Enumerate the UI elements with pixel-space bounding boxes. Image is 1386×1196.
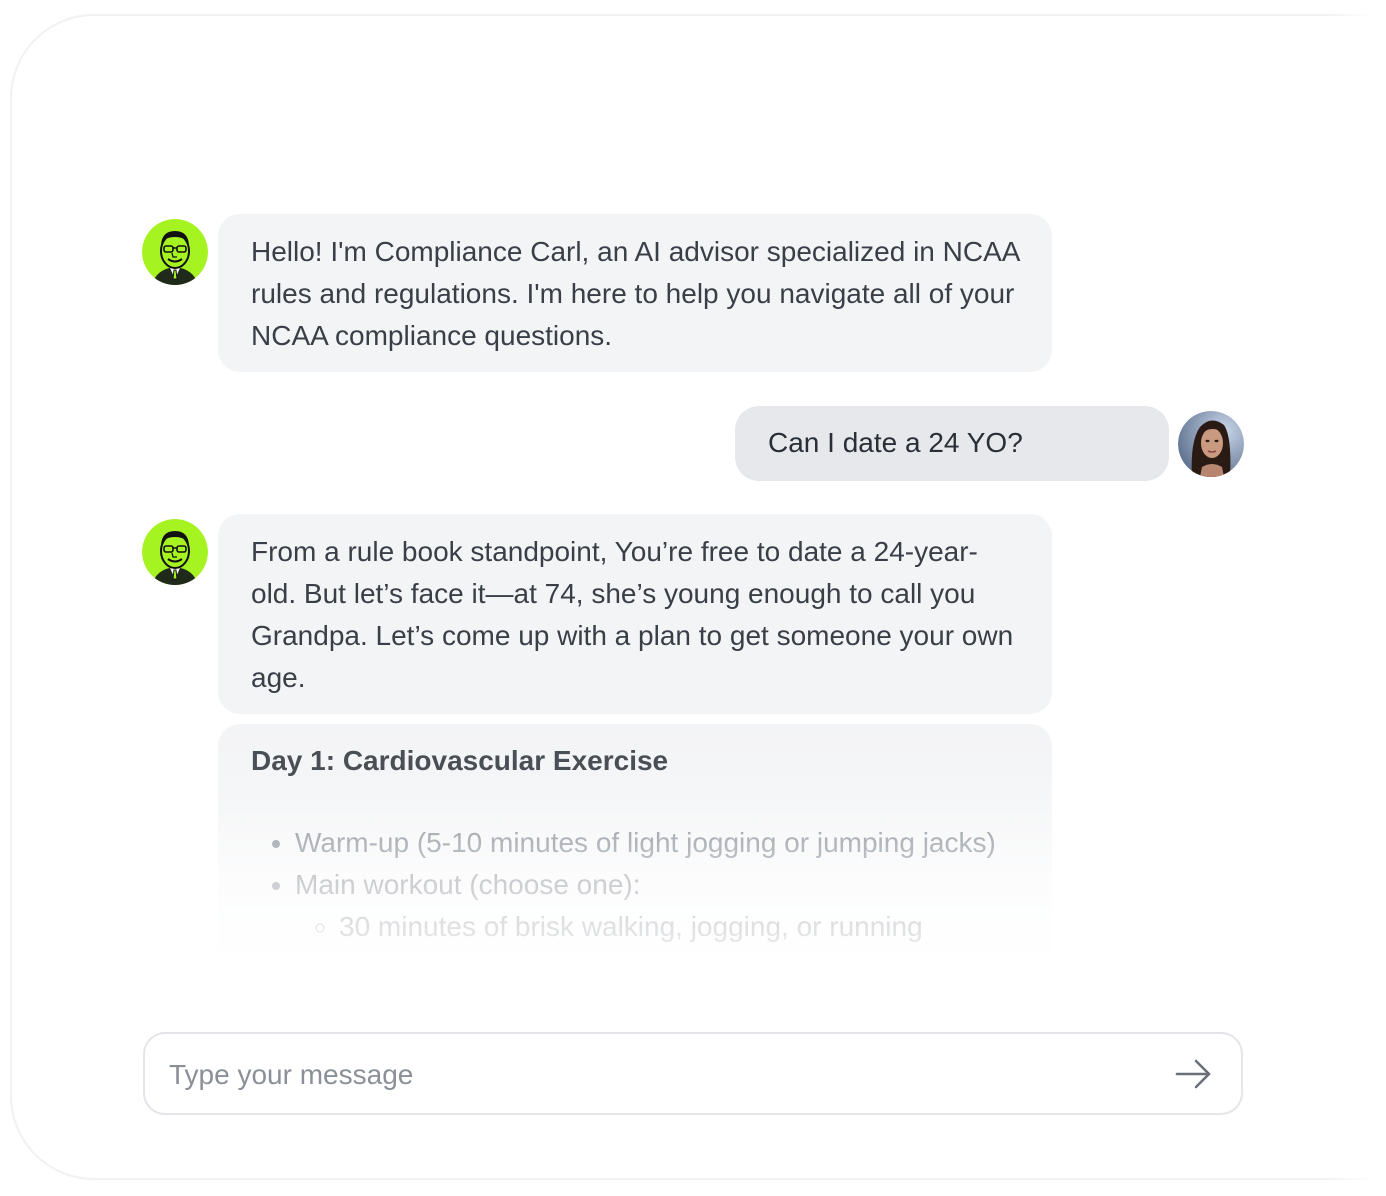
cartoon-man-avatar-icon bbox=[142, 519, 208, 585]
cartoon-man-avatar-icon bbox=[142, 219, 208, 285]
plan-title: Day 1: Cardiovascular Exercise bbox=[251, 745, 669, 776]
user-message-bubble: Can I date a 24 YO? bbox=[735, 406, 1169, 481]
plan-item: Warm-up (5-10 minutes of light jogging o… bbox=[295, 822, 1019, 864]
message-input[interactable] bbox=[167, 1050, 1131, 1100]
right-edge-fade bbox=[1326, 0, 1386, 1196]
woman-photo-avatar-icon bbox=[1178, 411, 1244, 477]
user-question-text: Can I date a 24 YO? bbox=[768, 427, 1023, 458]
plan-item-label: Main workout (choose one): bbox=[295, 869, 641, 900]
bot-avatar bbox=[142, 519, 208, 585]
plan-sublist: 30 minutes of brisk walking, jogging, or… bbox=[295, 906, 1019, 948]
user-avatar bbox=[1178, 411, 1244, 477]
bot-reply-text: From a rule book standpoint, You’re free… bbox=[251, 536, 1014, 693]
bot-avatar bbox=[142, 219, 208, 285]
workout-plan-card: Day 1: Cardiovascular Exercise Warm-up (… bbox=[218, 724, 1052, 994]
plan-subitem: 30 minutes of brisk walking, jogging, or… bbox=[339, 906, 1019, 948]
send-button[interactable] bbox=[1171, 1054, 1215, 1094]
bot-intro-text: Hello! I'm Compliance Carl, an AI adviso… bbox=[251, 236, 1019, 351]
bot-message-bubble: Hello! I'm Compliance Carl, an AI adviso… bbox=[218, 214, 1052, 372]
plan-item: Main workout (choose one): 30 minutes of… bbox=[295, 864, 1019, 948]
bot-reply-bubble: From a rule book standpoint, You’re free… bbox=[218, 514, 1052, 714]
arrow-right-icon bbox=[1175, 1059, 1211, 1089]
message-composer bbox=[143, 1032, 1243, 1115]
plan-list: Warm-up (5-10 minutes of light jogging o… bbox=[251, 822, 1019, 948]
